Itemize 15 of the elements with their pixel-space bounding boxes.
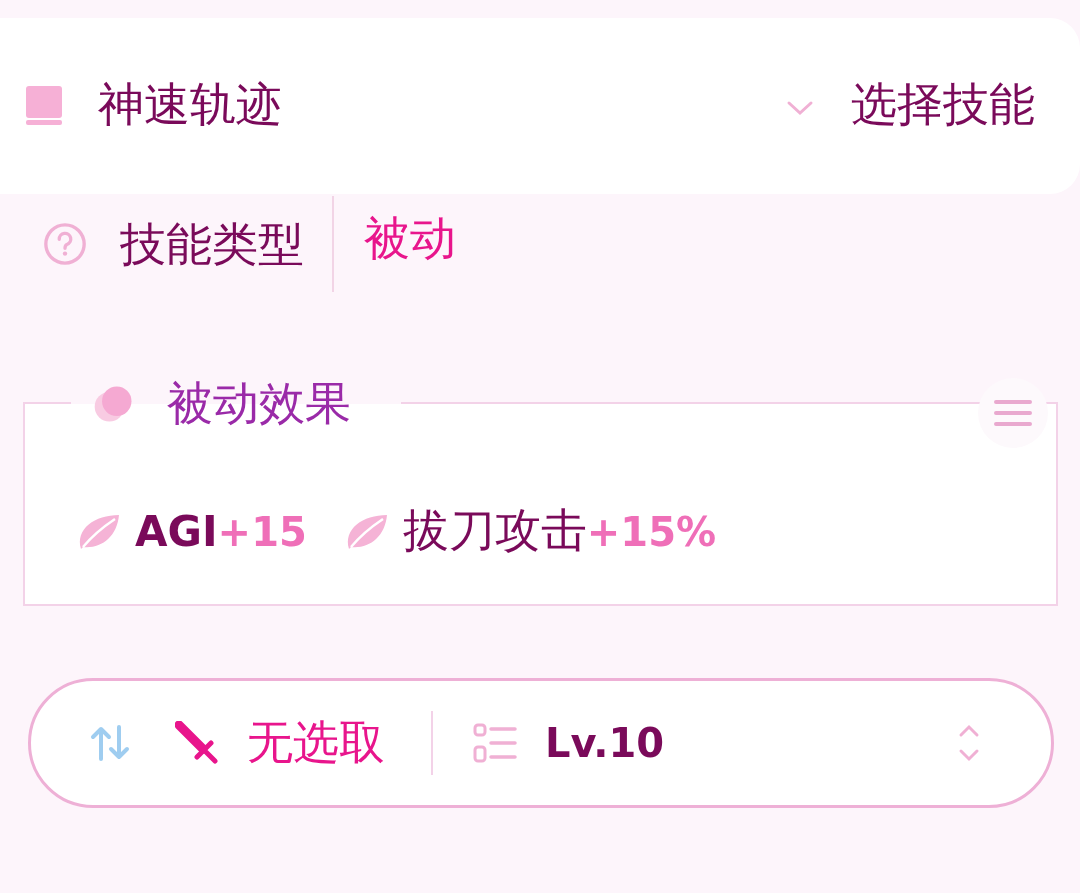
skill-select-card[interactable]: 神速轨迹 选择技能 bbox=[0, 18, 1080, 194]
book-icon bbox=[24, 84, 64, 128]
passive-effects-title: 被动效果 bbox=[167, 375, 351, 432]
help-icon[interactable] bbox=[42, 221, 88, 267]
skill-name: 神速轨迹 bbox=[98, 76, 283, 133]
effect-text: 拔刀攻击+15% bbox=[402, 502, 717, 559]
skill-type-label: 技能类型 bbox=[120, 196, 334, 292]
level-value[interactable]: Lv.10 bbox=[545, 720, 957, 766]
sword-icon bbox=[175, 721, 219, 765]
target-value[interactable]: 无选取 bbox=[247, 712, 385, 774]
skill-type-value: 被动 bbox=[364, 210, 456, 267]
list-icon bbox=[473, 723, 517, 763]
effect-text: AGI+15 bbox=[135, 506, 307, 556]
menu-icon bbox=[993, 398, 1033, 428]
select-skill-label[interactable]: 选择技能 bbox=[851, 74, 1035, 136]
